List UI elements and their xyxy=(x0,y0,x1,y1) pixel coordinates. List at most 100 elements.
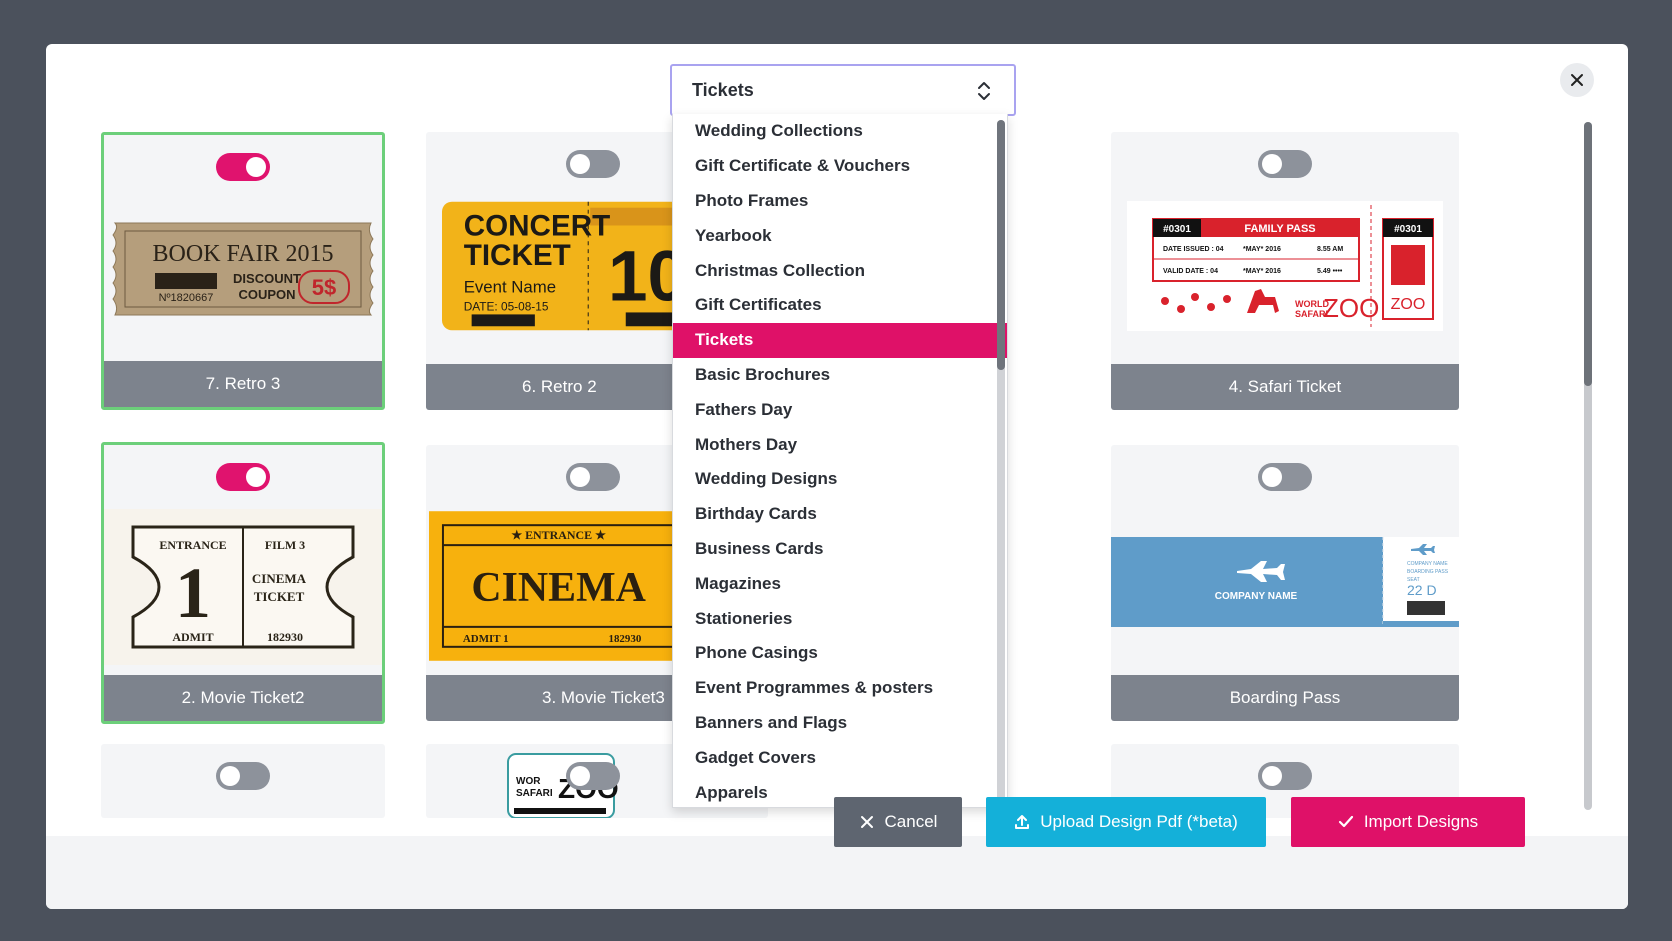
design-toggle[interactable] xyxy=(1258,762,1312,790)
design-label: 2. Movie Ticket2 xyxy=(104,675,382,721)
svg-text:ADMIT 1: ADMIT 1 xyxy=(463,633,509,645)
design-thumbnail: #0301 FAMILY PASS DATE ISSUED : 04 *MAY*… xyxy=(1111,196,1459,336)
design-toggle[interactable] xyxy=(216,153,270,181)
design-card-partial[interactable] xyxy=(101,744,385,818)
svg-text:TICKET: TICKET xyxy=(464,239,571,272)
category-select[interactable]: Tickets xyxy=(670,64,1016,116)
svg-text:182930: 182930 xyxy=(608,633,641,645)
toggle-knob xyxy=(570,467,590,487)
svg-text:CINEMA: CINEMA xyxy=(471,565,645,611)
design-card-retro3[interactable]: BOOK FAIR 2015 Nº1820667 DISCOUNT COUPON… xyxy=(101,132,385,410)
svg-text:CINEMA: CINEMA xyxy=(252,571,307,586)
svg-text:WOR: WOR xyxy=(516,776,541,787)
design-toggle[interactable] xyxy=(566,762,620,790)
design-toggle[interactable] xyxy=(216,762,270,790)
design-card-safari[interactable]: #0301 FAMILY PASS DATE ISSUED : 04 *MAY*… xyxy=(1111,132,1459,410)
svg-text:*MAY* 2016: *MAY* 2016 xyxy=(1243,246,1281,253)
svg-text:#0301: #0301 xyxy=(1163,224,1191,235)
design-toggle[interactable] xyxy=(566,463,620,491)
svg-text:#0301: #0301 xyxy=(1394,224,1422,235)
import-designs-modal: BOOK FAIR 2015 Nº1820667 DISCOUNT COUPON… xyxy=(46,44,1628,909)
toggle-knob xyxy=(570,766,590,786)
design-toggle[interactable] xyxy=(1258,463,1312,491)
dropdown-option[interactable]: Tickets xyxy=(673,322,1007,358)
dropdown-option[interactable]: Business Cards xyxy=(673,532,1007,567)
chevron-up-down-icon xyxy=(978,82,990,100)
dropdown-option[interactable]: Wedding Designs xyxy=(673,462,1007,497)
dropdown-option[interactable]: Banners and Flags xyxy=(673,706,1007,741)
upload-icon xyxy=(1015,815,1030,829)
dropdown-option[interactable]: Birthday Cards xyxy=(673,497,1007,532)
dropdown-option[interactable]: Phone Casings xyxy=(673,636,1007,671)
toggle-knob xyxy=(1262,766,1282,786)
dropdown-option[interactable]: Gift Certificate & Vouchers xyxy=(673,149,1007,184)
toggle-knob xyxy=(246,467,266,487)
design-thumbnail: ENTRANCE 1 ADMIT FILM 3 CINEMA TICKET 18… xyxy=(104,509,382,665)
dropdown-option[interactable]: Stationeries xyxy=(673,601,1007,636)
cancel-button[interactable]: Cancel xyxy=(834,797,962,847)
dropdown-option[interactable]: Mothers Day xyxy=(673,427,1007,462)
dropdown-option[interactable]: Gift Certificates xyxy=(673,288,1007,323)
svg-text:COMPANY NAME: COMPANY NAME xyxy=(1407,561,1448,567)
svg-text:TICKET: TICKET xyxy=(254,589,305,604)
svg-text:Event Name: Event Name xyxy=(464,278,556,297)
design-toggle[interactable] xyxy=(566,150,620,178)
svg-text:8.55 AM: 8.55 AM xyxy=(1317,246,1343,253)
cancel-button-label: Cancel xyxy=(884,812,938,831)
dropdown-option[interactable]: Photo Frames xyxy=(673,184,1007,219)
svg-text:FILM 3: FILM 3 xyxy=(265,538,305,552)
dropdown-option[interactable]: Christmas Collection xyxy=(673,253,1007,288)
category-select-value: Tickets xyxy=(692,79,754,100)
toggle-knob xyxy=(246,157,266,177)
svg-text:DATE ISSUED : 04: DATE ISSUED : 04 xyxy=(1163,246,1224,253)
design-label: Boarding Pass xyxy=(1111,675,1459,721)
svg-text:BOARDING PASS: BOARDING PASS xyxy=(1407,569,1449,575)
upload-design-pdf-button[interactable]: Upload Design Pdf (*beta) xyxy=(986,797,1266,847)
svg-text:ENTRANCE: ENTRANCE xyxy=(159,538,226,552)
design-label: 7. Retro 3 xyxy=(104,361,382,407)
svg-text:22 D: 22 D xyxy=(1407,582,1437,598)
check-icon xyxy=(1338,815,1353,828)
svg-text:1: 1 xyxy=(175,553,211,633)
design-label: 4. Safari Ticket xyxy=(1111,364,1459,410)
svg-text:DISCOUNT: DISCOUNT xyxy=(233,271,301,286)
svg-text:ZOO: ZOO xyxy=(1391,296,1426,313)
main-scrollbar-thumb[interactable] xyxy=(1584,122,1592,386)
design-card-movie-ticket2[interactable]: ENTRANCE 1 ADMIT FILM 3 CINEMA TICKET 18… xyxy=(101,442,385,724)
design-toggle[interactable] xyxy=(216,463,270,491)
svg-text:FAMILY PASS: FAMILY PASS xyxy=(1244,223,1315,235)
upload-button-label: Upload Design Pdf (*beta) xyxy=(1040,812,1238,831)
svg-text:VALID DATE : 04: VALID DATE : 04 xyxy=(1163,268,1218,275)
dropdown-option[interactable]: Wedding Collections xyxy=(673,114,1007,149)
dropdown-option[interactable]: Gadget Covers xyxy=(673,740,1007,775)
import-designs-button[interactable]: Import Designs xyxy=(1291,797,1525,847)
svg-text:182930: 182930 xyxy=(267,630,303,644)
design-card-boarding-pass[interactable]: COMPANY NAME COMPANY NAME BOARDING PASS … xyxy=(1111,445,1459,721)
svg-text:SAFARI: SAFARI xyxy=(516,788,553,799)
dropdown-option[interactable]: Event Programmes & posters xyxy=(673,671,1007,706)
import-button-label: Import Designs xyxy=(1363,812,1479,831)
close-icon xyxy=(1571,74,1583,86)
toggle-knob xyxy=(220,766,240,786)
svg-text:★ ENTRANCE ★: ★ ENTRANCE ★ xyxy=(511,528,606,542)
close-icon xyxy=(860,816,873,828)
dropdown-option[interactable]: Magazines xyxy=(673,566,1007,601)
toggle-knob xyxy=(570,154,590,174)
category-dropdown-list: Wedding Collections Gift Certificate & Vo… xyxy=(672,114,1008,808)
dropdown-option[interactable]: Basic Brochures xyxy=(673,358,1007,393)
design-thumbnail: COMPANY NAME COMPANY NAME BOARDING PASS … xyxy=(1111,537,1459,627)
dropdown-option[interactable]: Yearbook xyxy=(673,218,1007,253)
svg-text:COMPANY NAME: COMPANY NAME xyxy=(1215,591,1298,602)
dropdown-scrollbar-thumb[interactable] xyxy=(997,120,1005,370)
svg-text:DATE: 05-08-15: DATE: 05-08-15 xyxy=(464,299,549,313)
svg-text:COUPON: COUPON xyxy=(238,287,295,302)
design-toggle[interactable] xyxy=(1258,150,1312,178)
main-scrollbar[interactable] xyxy=(1584,122,1592,810)
svg-text:5.49 ••••: 5.49 •••• xyxy=(1317,268,1343,275)
svg-text:*MAY* 2016: *MAY* 2016 xyxy=(1243,268,1281,275)
svg-text:ADMIT: ADMIT xyxy=(172,630,213,644)
toggle-knob xyxy=(1262,154,1282,174)
close-button[interactable] xyxy=(1560,63,1594,97)
svg-text:Nº1820667: Nº1820667 xyxy=(159,292,214,304)
dropdown-option[interactable]: Fathers Day xyxy=(673,392,1007,427)
